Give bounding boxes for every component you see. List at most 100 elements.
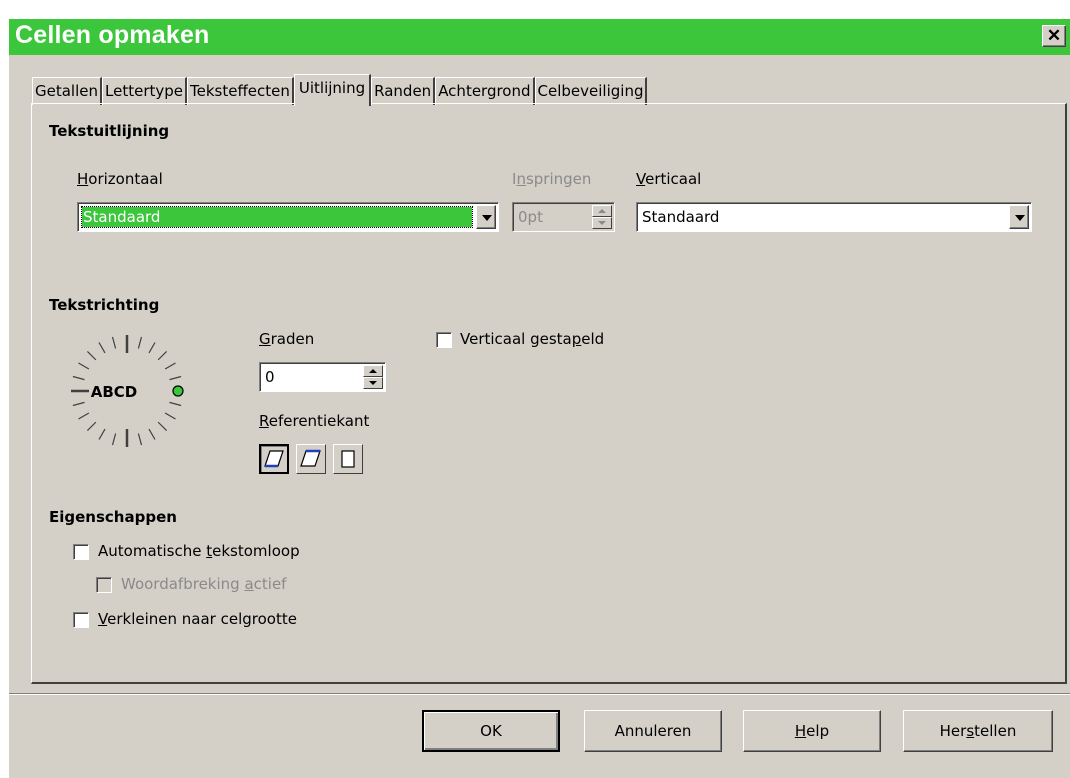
dial-tick	[148, 342, 156, 354]
format-cells-dialog: Cellen opmaken ✕ Getallen Lettertype Tek…	[8, 18, 1070, 778]
tab-font[interactable]: Lettertype	[102, 77, 187, 105]
indent-label-mnemonic: n	[516, 170, 526, 188]
dialog-title: Cellen opmaken	[15, 21, 210, 49]
orientation-dial[interactable]: ABCD	[62, 326, 192, 456]
shrink-to-fit-checkbox[interactable]	[73, 612, 89, 628]
help-button-mnemonic: H	[794, 722, 807, 740]
indent-value: 0pt	[518, 208, 543, 226]
horizontal-label: Horizontaal	[77, 170, 163, 188]
vertically-stacked-checkbox[interactable]	[436, 332, 452, 348]
degrees-spin-buttons[interactable]	[363, 365, 383, 389]
degrees-spinbox[interactable]: 0	[259, 362, 386, 392]
indent-spinbox[interactable]: 0pt	[512, 202, 615, 232]
dial-tick	[137, 336, 143, 349]
horizontal-label-rest: orizontaal	[88, 170, 163, 188]
vertically-stacked-label-mnemonic: p	[571, 330, 582, 348]
tab-cell-protection[interactable]: Celbeveiliging	[534, 77, 648, 105]
dial-tick	[78, 362, 90, 370]
indent-label: Inspringen	[512, 170, 591, 188]
horizontal-dropdown-button[interactable]	[476, 205, 496, 229]
dial-tick	[86, 421, 97, 432]
dial-tick	[164, 362, 176, 370]
horizontal-select-value: Standaard	[81, 206, 473, 228]
dial-tick	[78, 412, 90, 420]
vertical-select-value: Standaard	[642, 208, 720, 226]
hyphenation-label-post: ctief	[253, 575, 287, 593]
dial-indicator-icon	[172, 385, 184, 397]
properties-heading: Eigenschappen	[49, 508, 177, 526]
dial-tick	[169, 401, 182, 407]
tab-font-effects[interactable]: Teksteffecten	[187, 77, 294, 105]
indent-spin-buttons[interactable]	[592, 205, 612, 229]
degrees-value: 0	[265, 368, 275, 386]
vertical-select[interactable]: Standaard	[636, 202, 1032, 232]
dial-tick	[169, 375, 182, 381]
title-bar[interactable]: Cellen opmaken ✕	[9, 19, 1070, 55]
close-button[interactable]: ✕	[1042, 25, 1066, 47]
dial-tick	[157, 350, 168, 361]
degrees-label-mnemonic: G	[259, 330, 271, 348]
button-separator	[9, 693, 1070, 695]
hyphenation-checkbox[interactable]	[96, 577, 112, 593]
hyphenation-label: Woordafbreking actief	[121, 575, 286, 593]
indent-label-post: springen	[525, 170, 592, 188]
help-button-rest: elp	[806, 722, 830, 740]
indent-spin-up[interactable]	[592, 205, 612, 217]
vertically-stacked-label: Verticaal gestapeld	[460, 330, 604, 348]
tab-numbers[interactable]: Getallen	[32, 77, 102, 105]
reference-cell-icon	[341, 450, 355, 468]
tab-alignment[interactable]: Uitlijning	[293, 74, 372, 106]
text-orientation-heading: Tekstrichting	[49, 296, 160, 314]
shrink-to-fit-label: Verkleinen naar celgrootte	[98, 610, 297, 628]
dial-tick	[98, 428, 106, 440]
wrap-text-label: Automatische tekstomloop	[98, 542, 300, 560]
vertically-stacked-label-post: eld	[581, 330, 605, 348]
dial-tick	[157, 421, 168, 432]
hyphenation-label-mnemonic: a	[244, 575, 254, 593]
horizontal-select[interactable]: Standaard	[77, 202, 499, 232]
text-alignment-heading: Tekstuitlijning	[49, 122, 170, 140]
dial-text: ABCD	[91, 383, 138, 401]
indent-spin-down[interactable]	[592, 217, 612, 229]
dial-tick	[164, 412, 176, 420]
dial-tick	[137, 433, 143, 446]
reference-bottom-icon	[264, 450, 284, 468]
dial-tick	[148, 428, 156, 440]
hyphenation-label-pre: Woordafbreking	[121, 575, 245, 593]
wrap-text-label-post: ekstomloop	[212, 542, 300, 560]
reset-button-post: tellen	[974, 722, 1017, 740]
dial-tick	[72, 375, 85, 381]
cancel-button[interactable]: Annuleren	[584, 710, 722, 752]
reference-edge-top-button[interactable]	[296, 444, 326, 474]
tab-bar: Getallen Lettertype Teksteffecten Uitlij…	[32, 74, 648, 106]
dial-tick	[111, 433, 117, 446]
reference-edge-label: Referentiekant	[259, 412, 369, 430]
degrees-spin-down[interactable]	[363, 377, 383, 389]
ok-button[interactable]: OK	[422, 710, 560, 752]
vertical-label-mnemonic: V	[636, 170, 646, 188]
reset-button-pre: Her	[939, 722, 967, 740]
vertical-label: Verticaal	[636, 170, 701, 188]
reference-top-icon	[300, 449, 321, 467]
vertical-dropdown-button[interactable]	[1009, 205, 1029, 229]
dial-tick	[98, 342, 106, 354]
horizontal-label-mnemonic: H	[77, 170, 89, 188]
tab-background[interactable]: Achtergrond	[435, 77, 535, 105]
reference-edge-cell-button[interactable]	[333, 444, 363, 474]
reset-button-mnemonic: s	[966, 722, 975, 740]
dial-tick	[72, 401, 85, 407]
wrap-text-label-pre: Automatische	[98, 542, 207, 560]
wrap-text-checkbox[interactable]	[73, 544, 89, 560]
reset-button[interactable]: Herstellen	[903, 710, 1053, 752]
degrees-spin-up[interactable]	[363, 365, 383, 377]
reference-edge-bottom-button[interactable]	[259, 444, 289, 474]
vertical-label-rest: erticaal	[645, 170, 702, 188]
reference-edge-label-mnemonic: R	[259, 412, 269, 430]
tab-borders[interactable]: Randen	[371, 77, 436, 105]
alignment-panel: Tekstuitlijning Horizontaal Standaard In…	[31, 103, 1067, 684]
dial-tick	[111, 336, 117, 349]
shrink-to-fit-label-post: erkleinen naar celgrootte	[107, 610, 297, 628]
degrees-label-rest: raden	[270, 330, 315, 348]
help-button[interactable]: Help	[743, 710, 881, 752]
dial-tick	[86, 350, 97, 361]
